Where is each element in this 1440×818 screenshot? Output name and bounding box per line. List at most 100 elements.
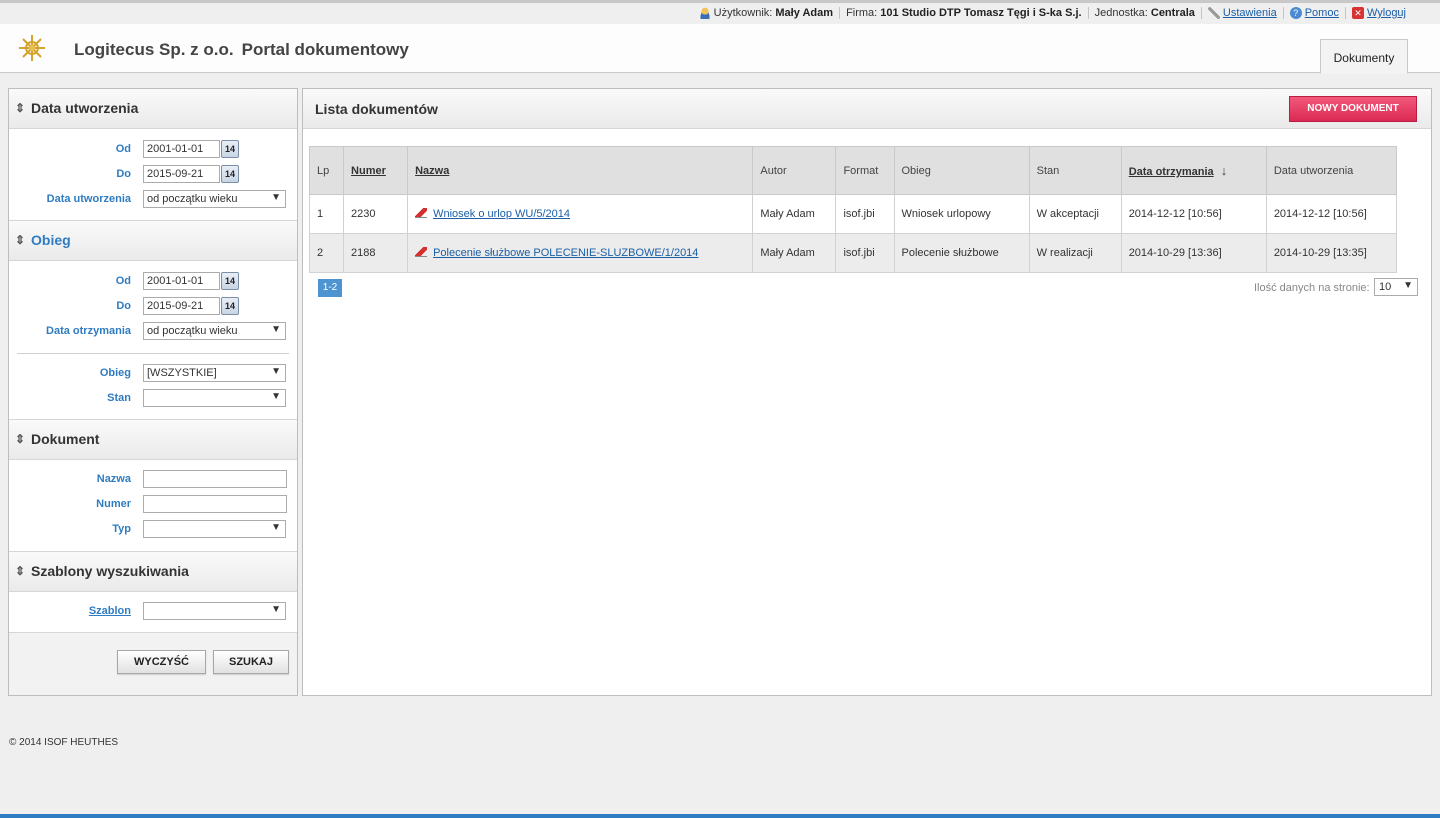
cell-stan: W akceptacji [1028, 194, 1122, 234]
column-header-obieg: Obieg [893, 146, 1030, 195]
number-label: Numer [96, 498, 131, 510]
document-number-input[interactable] [143, 495, 287, 513]
section-title: Dokument [31, 431, 100, 447]
creation-from-input[interactable]: 2001-01-01 [143, 140, 220, 158]
section-header-document[interactable]: ⇕ Dokument [9, 420, 297, 460]
calendar-icon[interactable]: 14 [221, 272, 239, 290]
document-list-header: Lista dokumentów NOWY DOKUMENT [303, 89, 1431, 129]
edit-pencil-icon [415, 247, 428, 257]
column-header-format: Format [835, 146, 895, 195]
state-label: Stan [107, 392, 131, 404]
document-name-input[interactable] [143, 470, 287, 488]
sort-descending-icon: ↓ [1220, 163, 1228, 178]
per-page-value: 10 [1379, 281, 1392, 293]
tab-dokumenty[interactable]: Dokumenty [1320, 39, 1408, 74]
column-header-data-otrzymania-label: Data otrzymania [1128, 166, 1214, 178]
received-range-select[interactable]: od początku wieku ▼ [143, 322, 286, 340]
portal-name: Portal dokumentowy [241, 40, 409, 59]
user-icon [698, 7, 711, 19]
cell-autor: Mały Adam [752, 194, 837, 234]
flow-to-input[interactable]: 2015-09-21 [143, 297, 220, 315]
flow-value: [WSZYSTKIE] [147, 367, 217, 379]
new-document-button[interactable]: NOWY DOKUMENT [1289, 96, 1417, 122]
cell-numer: 2188 [343, 233, 409, 273]
edit-pencil-icon [415, 208, 428, 218]
document-list-panel: Lista dokumentów NOWY DOKUMENT Lp Numer … [302, 88, 1432, 696]
company-logo-icon [19, 35, 45, 61]
creation-to-input[interactable]: 2015-09-21 [143, 165, 220, 183]
separator [839, 7, 841, 19]
page-title: Lista dokumentów [315, 101, 438, 117]
top-bar: Użytkownik: Mały Adam Firma: 101 Studio … [0, 3, 1440, 24]
filter-panel: ⇕ Data utworzenia Od 2001-01-01 14 Do 20… [8, 88, 298, 696]
calendar-icon[interactable]: 14 [221, 140, 239, 158]
footer-copyright: © 2014 ISOF HEUTHES [9, 737, 119, 748]
chevron-down-icon: ▼ [271, 324, 281, 335]
search-button[interactable]: SZUKAJ [213, 650, 289, 674]
table-row[interactable]: 2 2188 Polecenie służbowe POLECENIE-SLUZ… [308, 233, 1398, 273]
template-label-link[interactable]: Szablon [89, 605, 131, 617]
column-header-data-otrzymania[interactable]: Data otrzymania ↓ [1120, 146, 1267, 195]
received-range-value: od początku wieku [147, 325, 238, 337]
cell-obieg: Wniosek urlopowy [893, 194, 1030, 234]
per-page-label: Ilość danych na stronie: [1254, 282, 1370, 294]
separator [1200, 7, 1202, 19]
column-header-numer[interactable]: Numer [343, 146, 409, 195]
help-link[interactable]: Pomoc [1305, 7, 1339, 19]
user-name: Mały Adam [775, 7, 834, 19]
firm-label: Firma: [846, 7, 878, 19]
flow-from-input[interactable]: 2001-01-01 [143, 272, 220, 290]
received-range-label: Data otrzymania [46, 325, 131, 337]
creation-range-label: Data utworzenia [46, 193, 131, 205]
section-body-templates: Szablon ▼ [9, 592, 297, 633]
template-select[interactable]: ▼ [143, 602, 286, 620]
document-link[interactable]: Wniosek o urlop WU/5/2014 [433, 208, 570, 220]
chevron-down-icon: ▼ [1403, 280, 1413, 291]
settings-link[interactable]: Ustawienia [1223, 7, 1277, 19]
expand-collapse-icon: ⇕ [15, 101, 26, 115]
to-label: Do [116, 168, 131, 180]
cell-data-utworzenia: 2014-10-29 [13:35] [1265, 233, 1398, 273]
separator [1087, 7, 1089, 19]
user-label: Użytkownik: [713, 7, 773, 19]
document-link[interactable]: Polecenie służbowe POLECENIE-SLUZBOWE/1/… [433, 247, 698, 259]
calendar-icon[interactable]: 14 [221, 297, 239, 315]
cell-data-otrzymania: 2014-10-29 [13:36] [1120, 233, 1267, 273]
creation-range-select[interactable]: od początku wieku ▼ [143, 190, 286, 208]
logout-link[interactable]: Wyloguj [1367, 7, 1406, 19]
unit-name: Centrala [1150, 7, 1195, 19]
cell-lp: 2 [308, 233, 345, 273]
chevron-down-icon: ▼ [271, 604, 281, 615]
name-label: Nazwa [96, 473, 131, 485]
from-label: Od [115, 275, 131, 287]
clear-button[interactable]: WYCZYŚĆ [117, 650, 206, 674]
pagination-page[interactable]: 1-2 [318, 279, 342, 297]
table-row[interactable]: 1 2230 Wniosek o urlop WU/5/2014 Mały Ad… [308, 194, 1398, 234]
help-icon: ? [1289, 7, 1302, 19]
state-select[interactable]: ▼ [143, 389, 286, 407]
cell-autor: Mały Adam [752, 233, 837, 273]
section-header-flow[interactable]: ⇕ Obieg [9, 221, 297, 261]
column-header-nazwa[interactable]: Nazwa [407, 146, 754, 195]
cell-stan: W realizacji [1028, 233, 1122, 273]
section-body-flow: Od 2001-01-01 14 Do 2015-09-21 14 Data o… [9, 261, 297, 420]
section-body-creation-date: Od 2001-01-01 14 Do 2015-09-21 14 Data u… [9, 129, 297, 221]
column-header-stan: Stan [1028, 146, 1122, 195]
cell-data-otrzymania: 2014-12-12 [10:56] [1120, 194, 1267, 234]
expand-collapse-icon: ⇕ [15, 564, 26, 578]
flow-label: Obieg [99, 367, 131, 379]
calendar-icon[interactable]: 14 [221, 165, 239, 183]
cell-obieg: Polecenie służbowe [893, 233, 1030, 273]
document-type-select[interactable]: ▼ [143, 520, 286, 538]
from-label: Od [115, 143, 131, 155]
section-title: Obieg [31, 232, 71, 248]
per-page-select[interactable]: 10 ▼ [1374, 278, 1418, 296]
cell-nazwa: Wniosek o urlop WU/5/2014 [407, 194, 754, 234]
expand-collapse-icon: ⇕ [15, 233, 26, 247]
section-header-creation-date[interactable]: ⇕ Data utworzenia [9, 89, 297, 129]
cell-numer: 2230 [343, 194, 409, 234]
type-label: Typ [112, 523, 131, 535]
section-header-templates[interactable]: ⇕ Szablony wyszukiwania [9, 552, 297, 592]
flow-select[interactable]: [WSZYSTKIE] ▼ [143, 364, 286, 382]
expand-collapse-icon: ⇕ [15, 432, 26, 446]
